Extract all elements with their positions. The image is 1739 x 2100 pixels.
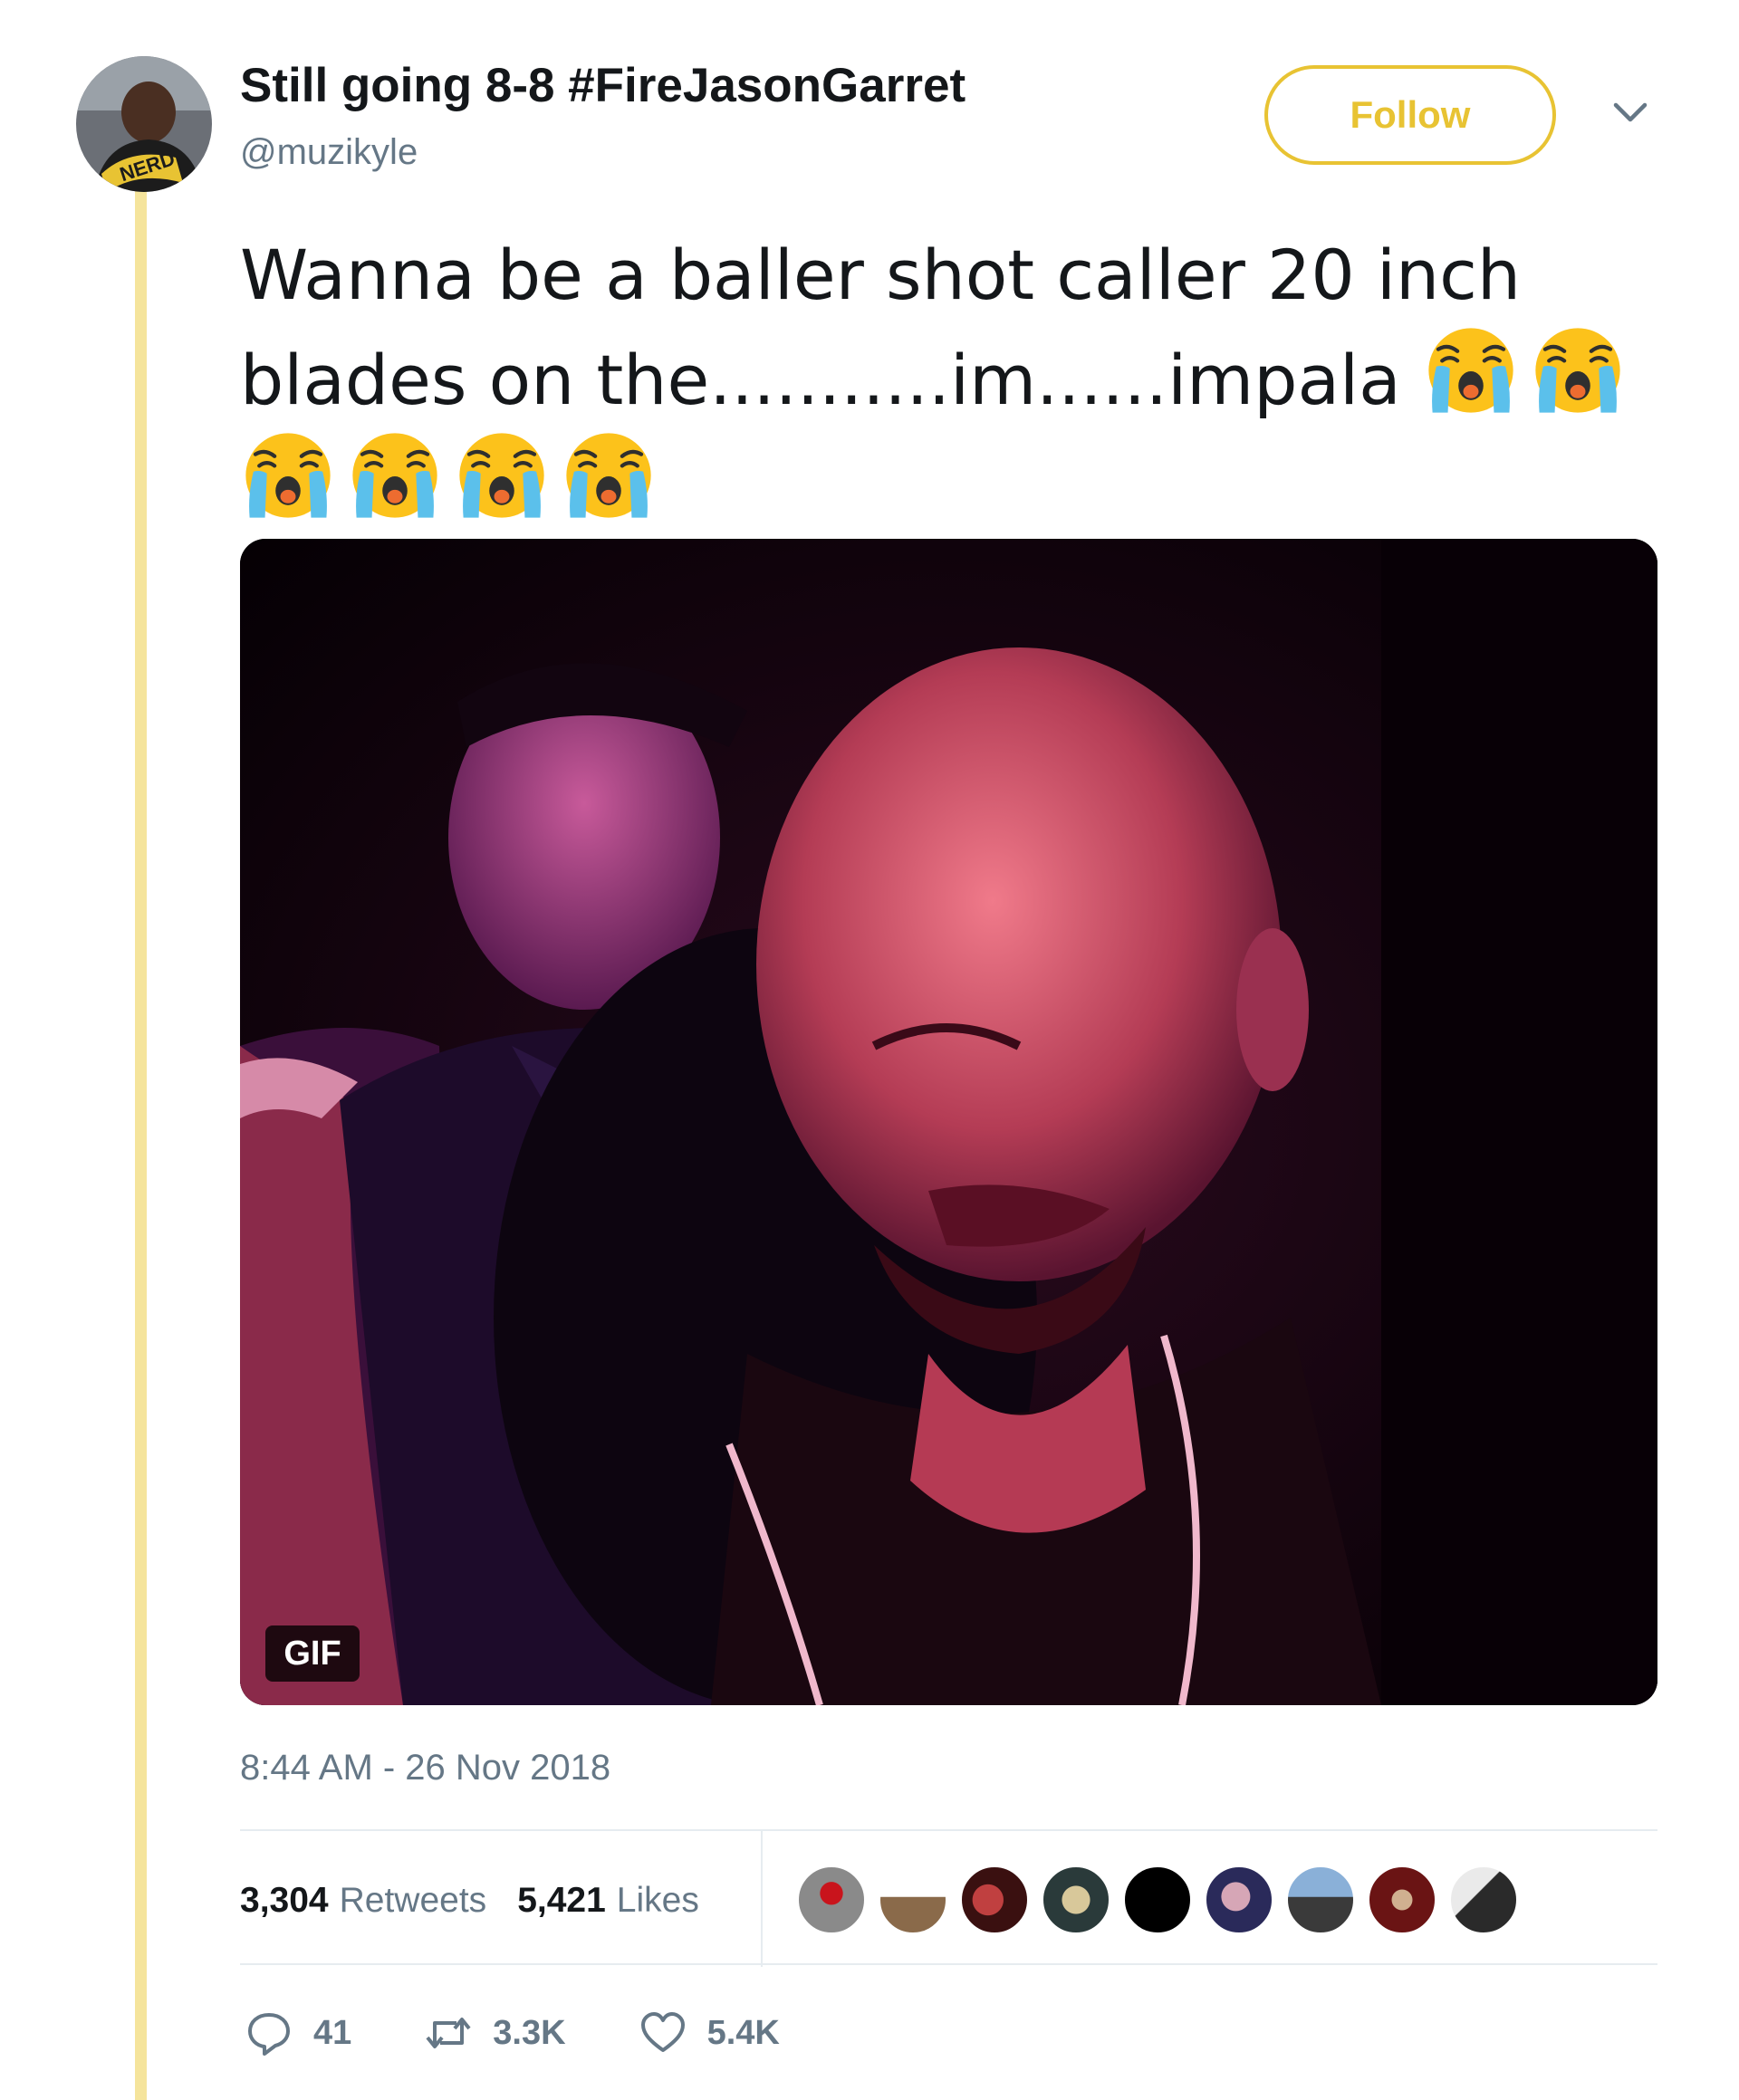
retweets-label[interactable]: Retweets [340,1881,487,1921]
liker-avatar[interactable] [1042,1865,1110,1934]
retweet-count: 3.3K [493,2013,566,2052]
liker-avatar[interactable] [1205,1865,1273,1934]
like-count: 5.4K [706,2013,780,2052]
user-avatar[interactable]: NERD [76,56,212,192]
loudly-crying-face-icon [566,433,651,518]
retweets-count[interactable]: 3,304 [240,1881,329,1921]
loudly-crying-face-icon [1428,328,1513,413]
loudly-crying-face-icon [459,433,544,518]
tweet-text: Wanna be a baller shot caller 20 inch bl… [240,228,1689,532]
stats-separator [761,1831,763,1967]
reply-icon [248,2013,290,2056]
liker-avatar[interactable] [797,1865,866,1934]
tweet-body: Wanna be a baller shot caller 20 inch bl… [240,235,1522,420]
divider-bottom [240,1963,1657,1965]
liker-avatar[interactable] [1368,1865,1436,1934]
loudly-crying-face-icon [1535,328,1620,413]
liker-avatar[interactable] [879,1865,947,1934]
reply-button[interactable]: 41 [245,2009,351,2057]
tweet-actions: 41 3.3K 5.4K [245,2009,852,2057]
loudly-crying-face-icon [352,433,437,518]
liker-avatar[interactable] [1286,1865,1355,1934]
likes-label[interactable]: Likes [617,1881,699,1921]
retweet-icon [426,2018,471,2048]
tweet-timestamp[interactable]: 8:44 AM - 26 Nov 2018 [240,1748,610,1788]
reply-count: 41 [313,2013,352,2052]
loudly-crying-face-icon [245,433,331,518]
divider-top [240,1829,1657,1831]
retweet-button[interactable]: 3.3K [424,2009,566,2057]
chevron-down-icon[interactable] [1612,100,1648,127]
likes-count[interactable]: 5,421 [517,1881,606,1921]
gif-media[interactable]: GIF [240,539,1657,1705]
liker-avatar[interactable] [1449,1865,1518,1934]
author-handle[interactable]: @muzikyle [240,132,418,173]
like-button[interactable]: 5.4K [639,2009,780,2057]
follow-button[interactable]: Follow [1264,65,1556,165]
gif-badge: GIF [265,1625,360,1682]
gif-frame-image [240,539,1657,1705]
liker-avatar[interactable] [960,1865,1029,1934]
liker-avatars [797,1865,1531,1934]
author-display-name[interactable]: Still going 8-8 #FireJasonGarret [240,58,966,113]
thread-line [135,190,147,2100]
tweet-stats: 3,304 Retweets 5,421 Likes [240,1878,730,1923]
heart-icon [640,2012,685,2052]
liker-avatar[interactable] [1123,1865,1192,1934]
